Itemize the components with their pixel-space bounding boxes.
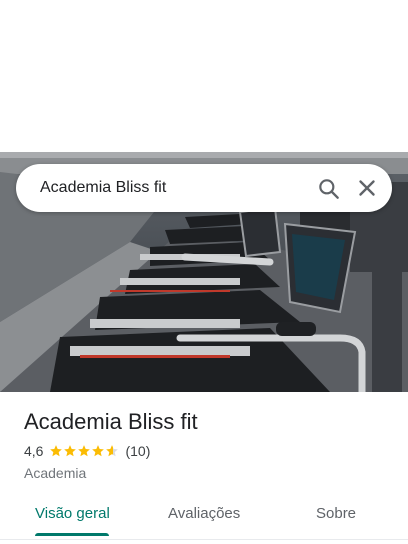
star-icon (106, 445, 119, 457)
review-count[interactable]: (10) (125, 443, 150, 459)
tab-reviews[interactable]: Avaliações (168, 504, 240, 524)
close-icon[interactable] (354, 175, 380, 201)
star-icon (50, 445, 63, 457)
tabs-divider (0, 539, 408, 540)
tab-selected-indicator (35, 533, 109, 536)
star-icon (64, 445, 77, 457)
star-icon (78, 445, 91, 457)
tab-about[interactable]: Sobre (316, 504, 356, 524)
star-icon (92, 445, 105, 457)
search-input[interactable]: Academia Bliss fit (40, 178, 166, 198)
search-icon[interactable] (316, 176, 342, 202)
place-info: Academia Bliss fit 4,6 (10) Academia (24, 408, 394, 482)
search-bar[interactable]: Academia Bliss fit (16, 164, 392, 212)
rating-value: 4,6 (24, 443, 44, 459)
place-tabs: Visão geral Avaliações Sobre (0, 496, 408, 536)
tab-overview[interactable]: Visão geral (35, 504, 110, 524)
rating-row[interactable]: 4,6 (10) (24, 442, 394, 460)
map-area-blank (0, 0, 408, 152)
place-title: Academia Bliss fit (24, 409, 198, 434)
star-rating (49, 444, 119, 458)
place-category[interactable]: Academia (24, 464, 394, 482)
